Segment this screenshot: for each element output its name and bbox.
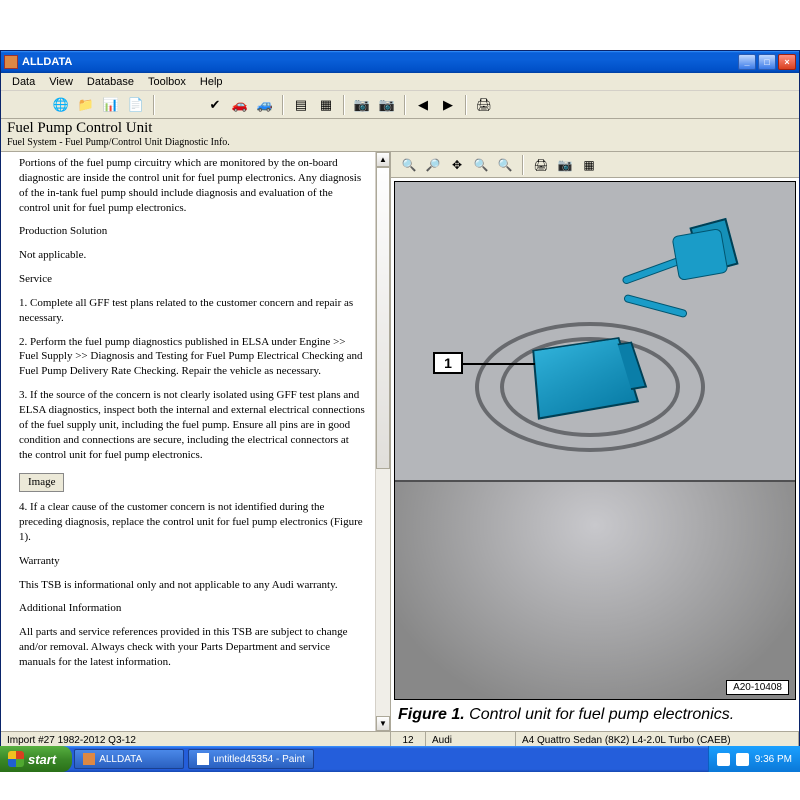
app-window: ALLDATA _ □ × Data View Database Toolbox… [0, 50, 800, 750]
car-icon[interactable]: 🚙 [254, 94, 276, 116]
service-step-1: 1. Complete all GFF test plans related t… [19, 296, 365, 326]
new-car-icon[interactable]: 🚗 [229, 94, 251, 116]
taskbar: start ALLDATA untitled45354 - Paint 9:36… [0, 746, 800, 772]
copy-image-icon[interactable]: ▦ [579, 155, 599, 175]
production-text: Not applicable. [19, 248, 365, 263]
paint-icon [197, 753, 209, 765]
text-pane: Portions of the fuel pump circuitry whic… [1, 152, 391, 731]
app-icon [4, 55, 18, 69]
menu-database[interactable]: Database [80, 75, 141, 89]
zoom-in-icon[interactable]: 🔍 [399, 155, 419, 175]
taskbar-label: ALLDATA [99, 754, 142, 765]
text-scrollbar[interactable]: ▲ ▼ [375, 152, 390, 731]
article-header: Fuel Pump Control Unit Fuel System - Fue… [1, 119, 799, 152]
close-button[interactable]: × [778, 54, 796, 70]
heading-warranty: Warranty [19, 554, 365, 569]
folder-icon[interactable]: 📁 [75, 94, 97, 116]
tray-icon[interactable] [736, 753, 749, 766]
print-image-icon[interactable]: 🖨 [531, 155, 551, 175]
diagram-id: A20-10408 [726, 680, 789, 695]
callout-line [463, 363, 535, 365]
taskbar-item-paint[interactable]: untitled45354 - Paint [188, 749, 314, 769]
zoom-out-icon[interactable]: 🔎 [423, 155, 443, 175]
scroll-track[interactable] [376, 167, 390, 716]
image-pane: 🔍 🔎 ✥ 🔍 🔍 🖨 📷 ▦ [391, 152, 799, 731]
print-icon[interactable]: 🖨 [473, 94, 495, 116]
heading-production: Production Solution [19, 224, 365, 239]
forward-icon[interactable]: ▶ [437, 94, 459, 116]
doc-icon[interactable]: ▦ [315, 94, 337, 116]
main-toolbar: 🌐 📁 📊 📄 ✔ 🚗 🚙 ▤ ▦ 📷 📷 ◀ ▶ 🖨 [1, 91, 799, 119]
heading-service: Service [19, 272, 365, 287]
scroll-thumb[interactable] [376, 167, 390, 469]
service-step-4: 4. If a clear cause of the customer conc… [19, 500, 365, 545]
menu-data[interactable]: Data [5, 75, 42, 89]
list-icon[interactable]: ▤ [290, 94, 312, 116]
warranty-text: This TSB is informational only and not a… [19, 578, 365, 593]
heading-additional: Additional Information [19, 601, 365, 616]
start-label: start [28, 752, 56, 767]
taskbar-label: untitled45354 - Paint [213, 754, 305, 765]
app-icon [83, 753, 95, 765]
check-icon[interactable]: ✔ [204, 94, 226, 116]
titlebar[interactable]: ALLDATA _ □ × [1, 51, 799, 73]
scroll-up-button[interactable]: ▲ [376, 152, 390, 167]
back-icon[interactable]: ◀ [412, 94, 434, 116]
content-area: Portions of the fuel pump circuitry whic… [1, 152, 799, 731]
image-view: 1 A20-10408 Figure 1. Control unit for f… [391, 178, 799, 731]
clock: 9:36 PM [755, 754, 792, 765]
chart-icon[interactable]: 📊 [100, 94, 122, 116]
figure-caption: Figure 1. Control unit for fuel pump ele… [394, 700, 796, 728]
camera2-icon[interactable]: 📷 [376, 94, 398, 116]
scroll-down-button[interactable]: ▼ [376, 716, 390, 731]
image-toolbar: 🔍 🔎 ✥ 🔍 🔍 🖨 📷 ▦ [391, 152, 799, 178]
service-step-2: 2. Perform the fuel pump diagnostics pub… [19, 335, 365, 380]
maximize-button[interactable]: □ [758, 54, 776, 70]
callout-label: 1 [433, 352, 463, 374]
page-subtitle: Fuel System - Fuel Pump/Control Unit Dia… [7, 137, 793, 148]
page-title: Fuel Pump Control Unit [7, 120, 793, 137]
pan-icon[interactable]: ✥ [447, 155, 467, 175]
snapshot-icon[interactable]: 📷 [555, 155, 575, 175]
wire-icon [671, 228, 728, 281]
menu-help[interactable]: Help [193, 75, 230, 89]
tray-icon[interactable] [717, 753, 730, 766]
minimize-button[interactable]: _ [738, 54, 756, 70]
menubar: Data View Database Toolbox Help [1, 73, 799, 91]
technical-diagram[interactable]: 1 A20-10408 [394, 181, 796, 700]
menu-view[interactable]: View [42, 75, 80, 89]
zoom-reset-icon[interactable]: 🔍 [495, 155, 515, 175]
figure-label: Figure 1. [398, 706, 465, 723]
article-body[interactable]: Portions of the fuel pump circuitry whic… [1, 152, 375, 731]
image-button[interactable]: Image [19, 473, 64, 492]
service-step-3: 3. If the source of the concern is not c… [19, 388, 365, 462]
note-icon[interactable]: 📄 [125, 94, 147, 116]
additional-text: All parts and service references provide… [19, 625, 365, 670]
camera-icon[interactable]: 📷 [351, 94, 373, 116]
windows-logo-icon [8, 751, 24, 767]
start-button[interactable]: start [0, 746, 72, 772]
menu-toolbox[interactable]: Toolbox [141, 75, 193, 89]
window-title: ALLDATA [22, 56, 738, 68]
taskbar-item-alldata[interactable]: ALLDATA [74, 749, 184, 769]
globe-icon[interactable]: 🌐 [50, 94, 72, 116]
system-tray[interactable]: 9:36 PM [708, 746, 800, 772]
figure-text: Control unit for fuel pump electronics. [465, 706, 734, 723]
zoom-fit-icon[interactable]: 🔍 [471, 155, 491, 175]
intro-text: Portions of the fuel pump circuitry whic… [19, 156, 365, 215]
